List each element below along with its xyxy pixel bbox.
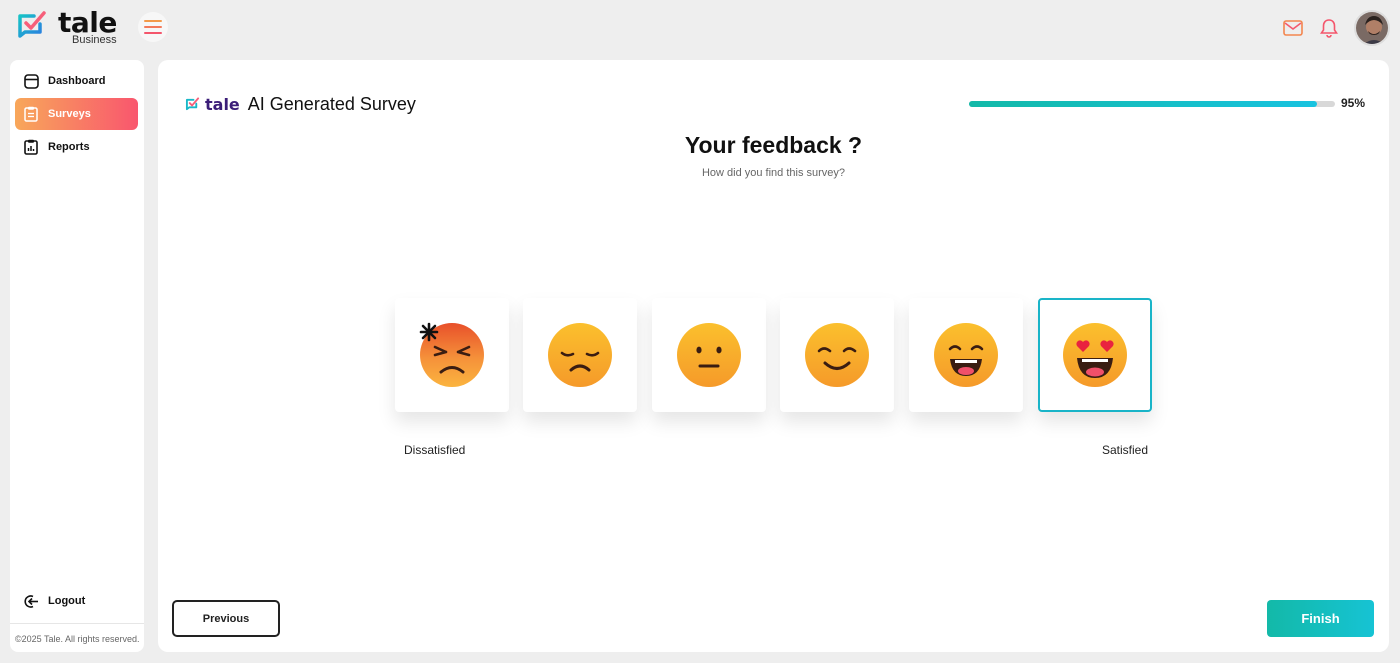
bell-icon xyxy=(1320,19,1338,38)
menu-toggle-button[interactable] xyxy=(138,12,168,42)
sidebar-item-reports[interactable]: Reports xyxy=(15,131,138,163)
scale-label-min: Dissatisfied xyxy=(404,443,466,457)
dashboard-icon xyxy=(23,73,39,89)
tale-logo[interactable]: tale Business xyxy=(16,6,126,48)
finish-button[interactable]: Finish xyxy=(1267,600,1374,637)
question-title: Your feedback ? xyxy=(684,132,863,158)
rating-option-happy[interactable] xyxy=(909,298,1023,412)
rating-option-sad[interactable] xyxy=(523,298,637,412)
clipboard-icon xyxy=(23,106,39,122)
sidebar-item-dashboard[interactable]: Dashboard xyxy=(15,65,138,97)
mini-logo-wordmark: tale xyxy=(205,95,240,114)
happy-emoji-icon xyxy=(934,323,998,387)
avatar[interactable] xyxy=(1354,10,1390,46)
logout-button[interactable]: Logout xyxy=(15,585,138,617)
report-icon xyxy=(23,139,39,155)
survey-progress-bar xyxy=(969,101,1335,107)
sidebar-divider xyxy=(10,623,144,624)
rating-option-smile[interactable] xyxy=(780,298,894,412)
logo-mark-icon xyxy=(185,97,200,111)
sidebar-item-label: Dashboard xyxy=(48,75,106,87)
rating-option-angry[interactable] xyxy=(395,298,509,412)
notifications-button[interactable] xyxy=(1318,17,1340,39)
previous-button[interactable]: Previous xyxy=(172,600,280,637)
menu-icon xyxy=(144,20,162,34)
angry-emoji-icon xyxy=(419,322,484,387)
user-avatar-icon xyxy=(1356,12,1388,44)
survey-card: tale AI Generated Survey 95% Your feedba… xyxy=(158,60,1389,652)
mail-button[interactable] xyxy=(1282,17,1304,39)
question-subtitle: How did you find this survey? xyxy=(701,167,846,179)
progress-fill xyxy=(969,101,1317,107)
sidebar-item-label: Surveys xyxy=(48,108,91,120)
rating-option-love[interactable] xyxy=(1038,298,1152,412)
logo-subtitle: Business xyxy=(72,34,117,46)
sidebar-item-surveys[interactable]: Surveys xyxy=(15,98,138,130)
sad-emoji-icon xyxy=(548,323,612,387)
logout-icon xyxy=(23,593,39,609)
rating-option-neutral[interactable] xyxy=(652,298,766,412)
copyright-text: ©2025 Tale. All rights reserved. xyxy=(15,634,140,644)
sidebar: Dashboard Surveys Reports Logout ©2025 T… xyxy=(10,60,144,652)
neutral-emoji-icon xyxy=(677,323,741,387)
mini-logo: tale xyxy=(185,95,240,114)
heart-eyes-emoji-icon xyxy=(1063,323,1127,387)
progress-percent: 95% xyxy=(1341,96,1366,110)
smile-emoji-icon xyxy=(805,323,869,387)
sidebar-item-label: Reports xyxy=(48,141,90,153)
survey-header: tale AI Generated Survey xyxy=(185,94,416,115)
mail-icon xyxy=(1283,20,1303,36)
logo-mark-icon xyxy=(18,11,46,38)
survey-title: AI Generated Survey xyxy=(247,94,416,114)
top-bar: tale Business xyxy=(0,0,1400,56)
scale-label-max: Satisfied xyxy=(1102,443,1149,457)
logout-label: Logout xyxy=(48,595,86,607)
